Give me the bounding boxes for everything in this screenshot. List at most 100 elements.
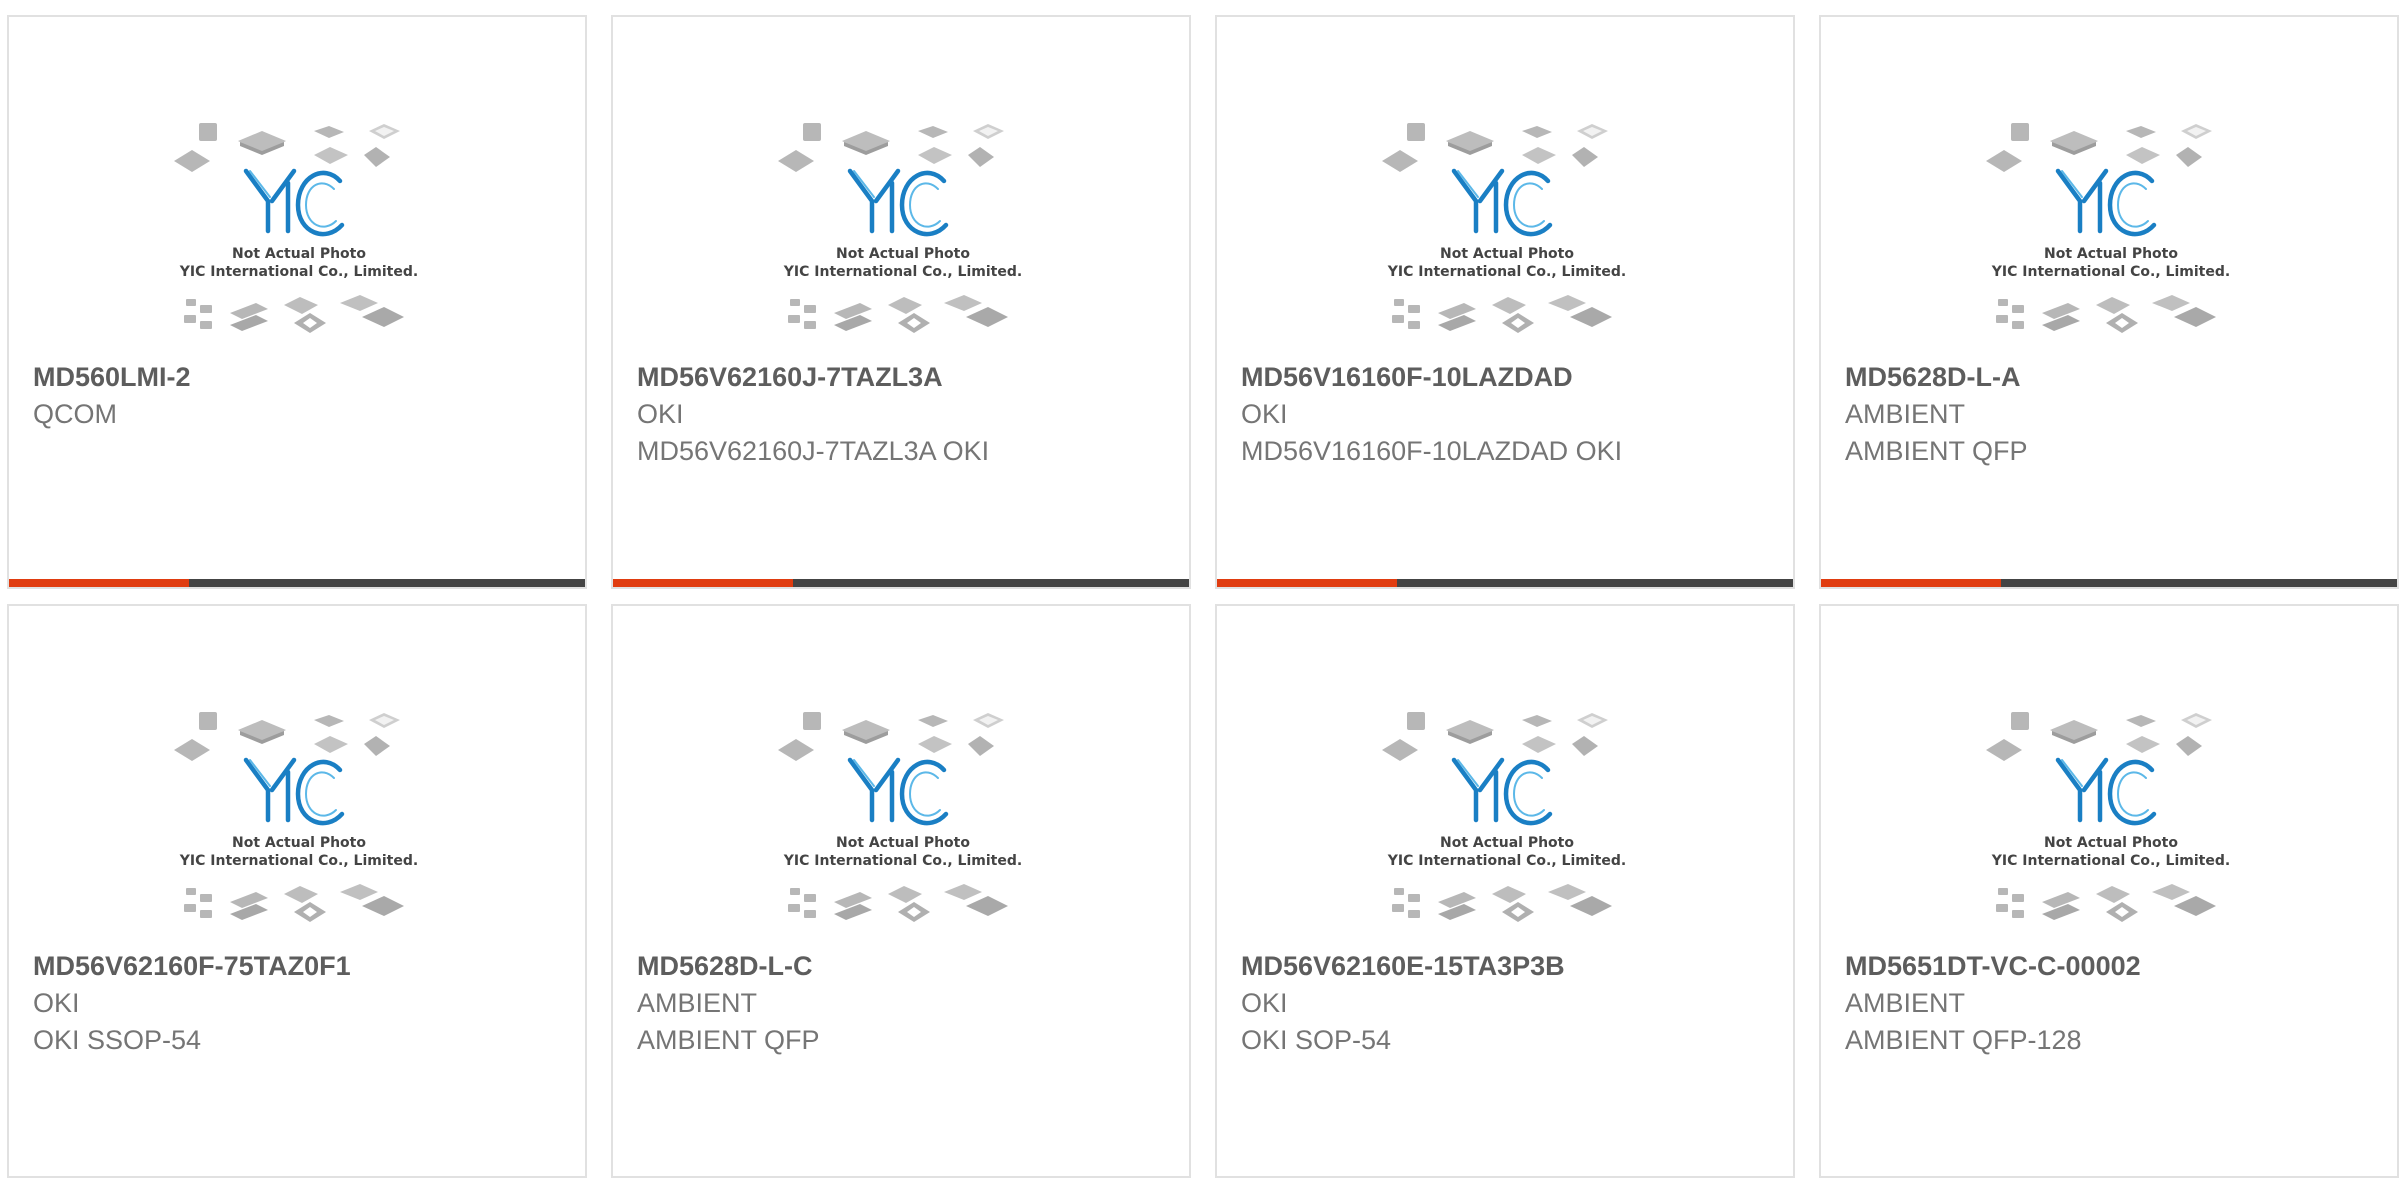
product-placeholder-image[interactable]: Not Actual Photo YIC International Co., L… [1372, 698, 1642, 948]
yic-logo-icon [243, 757, 345, 826]
card-hover-bar [613, 579, 1189, 587]
overlay-company-name: YIC International Co., Limited. [1991, 264, 2230, 280]
product-info: MD560LMI-2 QCOM [33, 359, 565, 433]
part-number-link[interactable]: MD56V62160F-75TAZ0F1 [33, 948, 565, 985]
bar-dark-segment [2001, 579, 2397, 587]
product-placeholder-image[interactable]: Not Actual Photo YIC International Co., L… [1976, 698, 2246, 948]
product-description: AMBIENT QFP [1845, 436, 2028, 466]
part-number-link[interactable]: MD5651DT-VC-C-00002 [1845, 948, 2377, 985]
card-hover-bar [1217, 579, 1793, 587]
chip-package-icons-bottom [788, 295, 1008, 333]
overlay-not-actual-photo: Not Actual Photo [836, 835, 970, 851]
product-description: AMBIENT QFP-128 [1845, 1025, 2082, 1055]
overlay-not-actual-photo: Not Actual Photo [232, 246, 366, 262]
product-placeholder-image[interactable]: Not Actual Photo YIC International Co., L… [1372, 109, 1642, 359]
product-info: MD56V62160F-75TAZ0F1 OKI OKI SSOP-54 [33, 948, 565, 1059]
chip-package-icons-bottom [1996, 884, 2216, 922]
product-card[interactable]: Not Actual Photo YIC International Co., L… [611, 15, 1191, 589]
product-placeholder-image[interactable]: Not Actual Photo YIC International Co., L… [164, 109, 434, 359]
manufacturer-label: AMBIENT [1845, 399, 1966, 429]
overlay-not-actual-photo: Not Actual Photo [1440, 835, 1574, 851]
overlay-not-actual-photo: Not Actual Photo [232, 835, 366, 851]
manufacturer-label: QCOM [33, 399, 117, 429]
product-placeholder-image[interactable]: Not Actual Photo YIC International Co., L… [768, 109, 1038, 359]
yic-logo-icon [243, 168, 345, 237]
product-info: MD56V62160J-7TAZL3A OKI MD56V62160J-7TAZL3… [637, 359, 1169, 470]
part-number-link[interactable]: MD56V62160J-7TAZL3A [637, 359, 1169, 396]
bar-accent-segment [613, 579, 793, 587]
yic-logo-icon [1451, 757, 1553, 826]
overlay-not-actual-photo: Not Actual Photo [2044, 246, 2178, 262]
product-card[interactable]: Not Actual Photo YIC International Co., L… [7, 604, 587, 1178]
product-card[interactable]: Not Actual Photo YIC International Co., L… [611, 604, 1191, 1178]
product-card[interactable]: Not Actual Photo YIC International Co., L… [1215, 15, 1795, 589]
manufacturer-label: AMBIENT [1845, 988, 1966, 1018]
manufacturer-label: OKI [637, 399, 684, 429]
product-card[interactable]: Not Actual Photo YIC International Co., L… [7, 15, 587, 589]
product-placeholder-image[interactable]: Not Actual Photo YIC International Co., L… [1976, 109, 2246, 359]
part-number-link[interactable]: MD56V16160F-10LAZDAD [1241, 359, 1773, 396]
chip-package-icons-bottom [1392, 884, 1612, 922]
yic-logo-icon [1451, 168, 1553, 237]
yic-logo-icon [2055, 168, 2157, 237]
yic-logo-icon [847, 757, 949, 826]
overlay-company-name: YIC International Co., Limited. [783, 853, 1022, 869]
chip-package-icons-bottom [788, 884, 1008, 922]
product-placeholder-image[interactable]: Not Actual Photo YIC International Co., L… [768, 698, 1038, 948]
product-description: OKI SOP-54 [1241, 1025, 1392, 1055]
product-grid: Not Actual Photo YIC International Co., L… [7, 15, 2399, 1178]
product-description: AMBIENT QFP [637, 1025, 820, 1055]
product-info: MD5628D-L-C AMBIENT AMBIENT QFP [637, 948, 1169, 1059]
manufacturer-label: OKI [1241, 399, 1288, 429]
chip-package-icons-bottom [184, 295, 404, 333]
product-description: OKI SSOP-54 [33, 1025, 202, 1055]
part-number-link[interactable]: MD5628D-L-C [637, 948, 1169, 985]
overlay-company-name: YIC International Co., Limited. [1991, 853, 2230, 869]
overlay-not-actual-photo: Not Actual Photo [836, 246, 970, 262]
bar-dark-segment [1397, 579, 1793, 587]
yic-logo-icon [2055, 757, 2157, 826]
product-description: MD56V62160J-7TAZL3A OKI [637, 436, 990, 466]
chip-package-icons-top [1986, 123, 2212, 172]
overlay-not-actual-photo: Not Actual Photo [1440, 246, 1574, 262]
bar-accent-segment [1821, 579, 2001, 587]
overlay-company-name: YIC International Co., Limited. [179, 264, 418, 280]
product-placeholder-image[interactable]: Not Actual Photo YIC International Co., L… [164, 698, 434, 948]
yic-logo-icon [847, 168, 949, 237]
part-number-link[interactable]: MD56V62160E-15TA3P3B [1241, 948, 1773, 985]
bar-dark-segment [189, 579, 585, 587]
part-number-link[interactable]: MD5628D-L-A [1845, 359, 2377, 396]
overlay-company-name: YIC International Co., Limited. [783, 264, 1022, 280]
manufacturer-label: AMBIENT [637, 988, 758, 1018]
chip-package-icons-top [174, 123, 400, 172]
bar-dark-segment [793, 579, 1189, 587]
chip-package-icons-bottom [1996, 295, 2216, 333]
bar-accent-segment [9, 579, 189, 587]
overlay-company-name: YIC International Co., Limited. [1387, 853, 1626, 869]
chip-package-icons-top [1382, 123, 1608, 172]
overlay-not-actual-photo: Not Actual Photo [2044, 835, 2178, 851]
chip-package-icons-top [1382, 712, 1608, 761]
overlay-company-name: YIC International Co., Limited. [1387, 264, 1626, 280]
card-hover-bar [9, 579, 585, 587]
chip-package-icons-bottom [184, 884, 404, 922]
chip-package-icons-top [778, 123, 1004, 172]
overlay-company-name: YIC International Co., Limited. [179, 853, 418, 869]
product-info: MD56V16160F-10LAZDAD OKI MD56V16160F-10LAZ… [1241, 359, 1773, 470]
manufacturer-label: OKI [33, 988, 80, 1018]
part-number-link[interactable]: MD560LMI-2 [33, 359, 565, 396]
product-card[interactable]: Not Actual Photo YIC International Co., L… [1215, 604, 1795, 1178]
product-info: MD5628D-L-A AMBIENT AMBIENT QFP [1845, 359, 2377, 470]
chip-package-icons-top [1986, 712, 2212, 761]
product-card[interactable]: Not Actual Photo YIC International Co., L… [1819, 15, 2399, 589]
product-info: MD5651DT-VC-C-00002 AMBIENT AMBIENT QFP-12… [1845, 948, 2377, 1059]
bar-accent-segment [1217, 579, 1397, 587]
chip-package-icons-top [778, 712, 1004, 761]
card-hover-bar [1821, 579, 2397, 587]
manufacturer-label: OKI [1241, 988, 1288, 1018]
chip-package-icons-top [174, 712, 400, 761]
chip-package-icons-bottom [1392, 295, 1612, 333]
product-info: MD56V62160E-15TA3P3B OKI OKI SOP-54 [1241, 948, 1773, 1059]
product-card[interactable]: Not Actual Photo YIC International Co., L… [1819, 604, 2399, 1178]
product-description: MD56V16160F-10LAZDAD OKI [1241, 436, 1623, 466]
